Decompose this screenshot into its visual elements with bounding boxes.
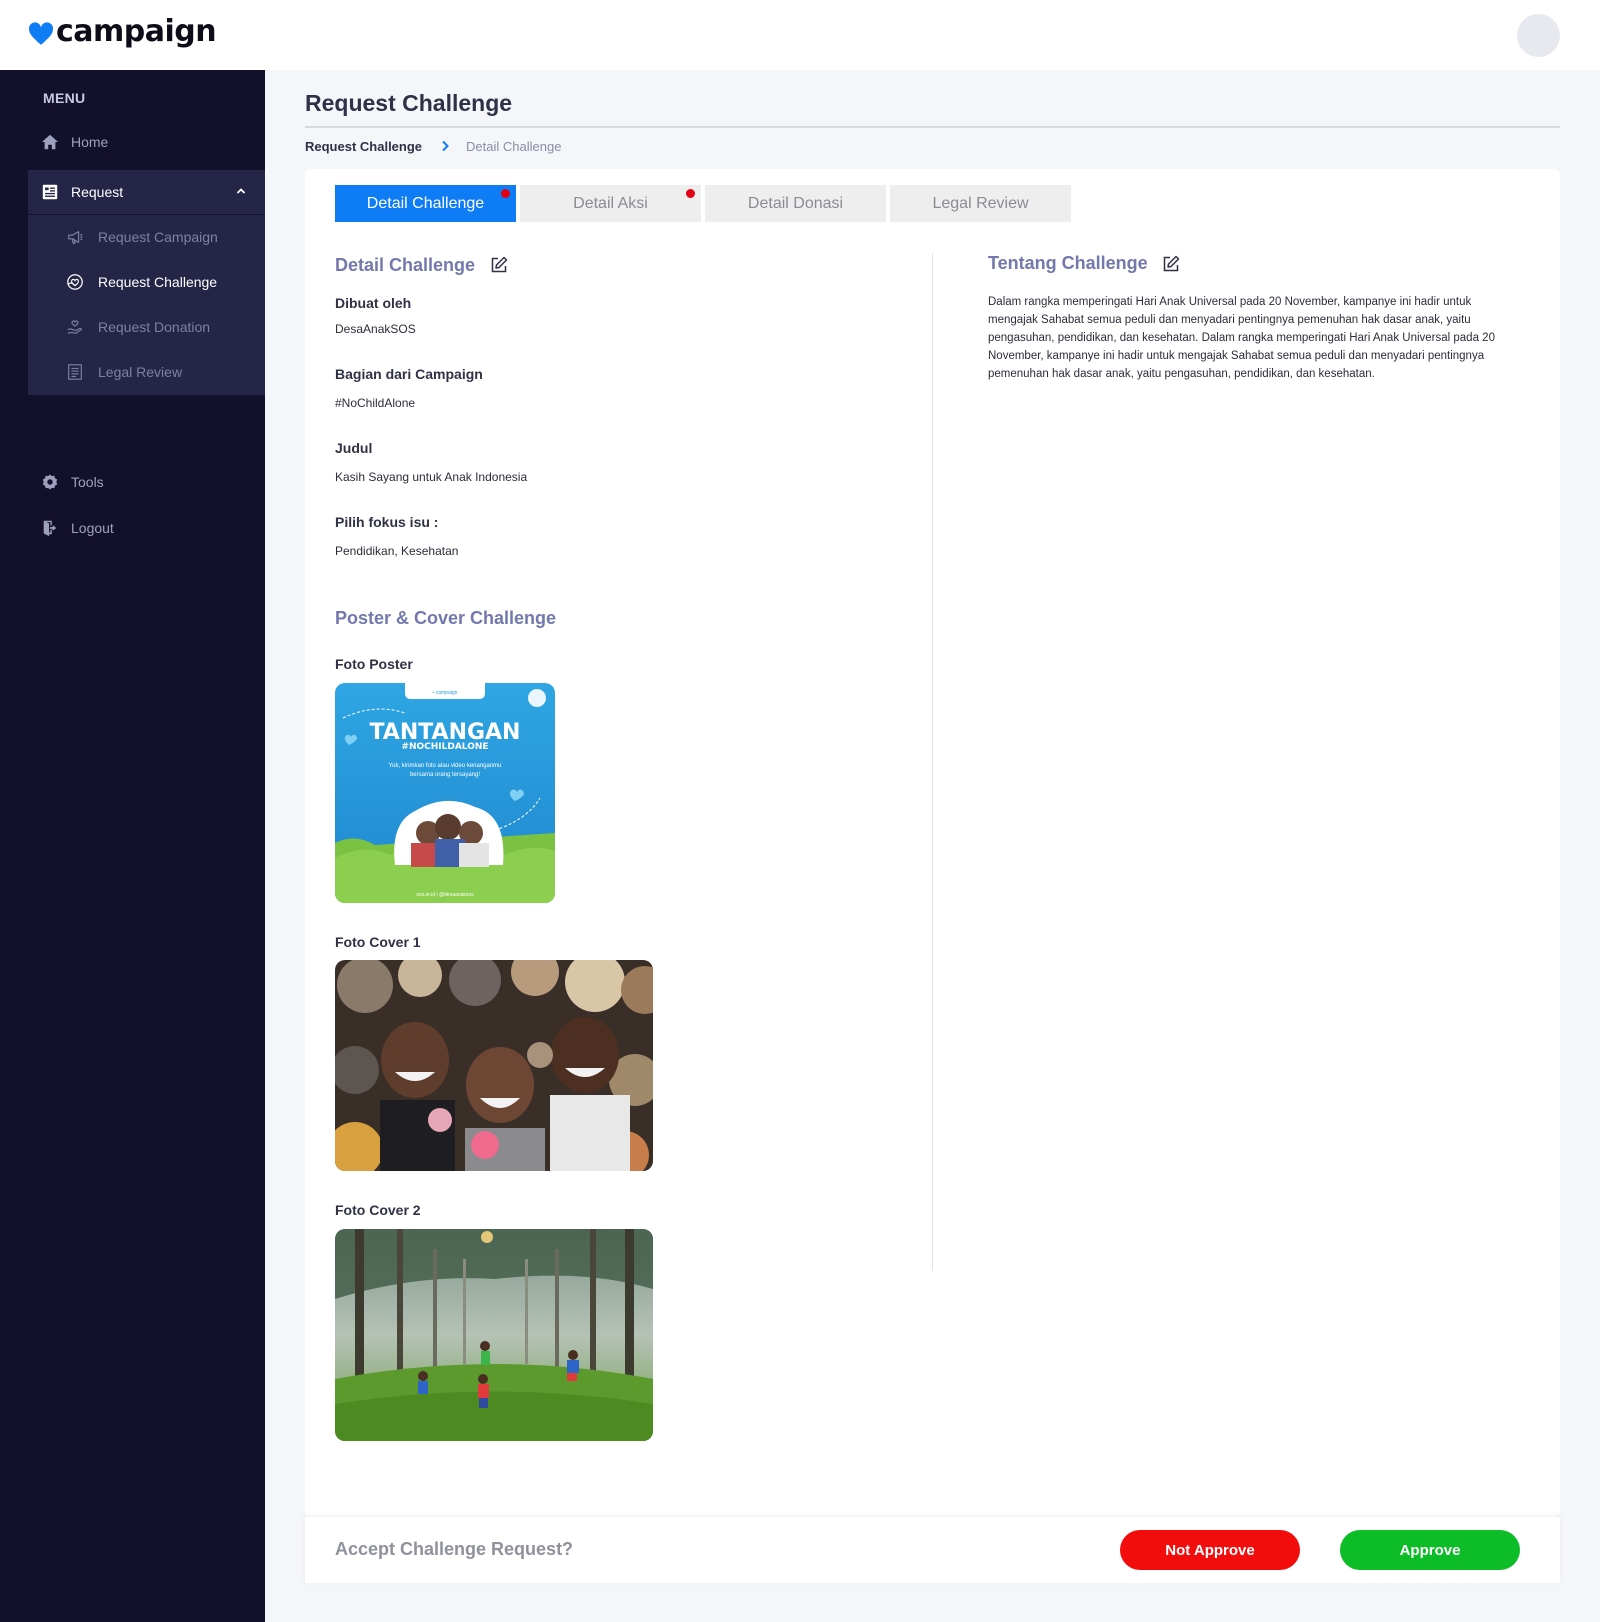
poster-image[interactable]: • campaign TANTANGAN #NOCHILDALONE Yuk, … — [335, 683, 555, 903]
poster-subtitle-2: bersama orang tersayang! — [410, 772, 480, 778]
logout-icon — [41, 519, 59, 537]
notification-dot — [686, 189, 695, 198]
sidebar-subitem-request-campaign[interactable]: Request Campaign — [28, 215, 265, 259]
chevron-right-icon — [438, 139, 452, 153]
column-divider — [932, 253, 933, 1271]
field-value-focus-issue: Pendidikan, Kesehatan — [335, 544, 459, 558]
tab-label: Detail Aksi — [573, 194, 648, 212]
sidebar-item-label: Logout — [71, 520, 114, 536]
tab-label: Detail Challenge — [366, 194, 485, 212]
top-bar: campaign — [0, 0, 1600, 70]
accept-question: Accept Challenge Request? — [335, 1539, 574, 1559]
sidebar-item-logout[interactable]: Logout — [28, 506, 265, 550]
home-icon — [41, 133, 59, 151]
detail-challenge-heading: Detail Challenge — [335, 255, 476, 275]
sidebar-subitem-legal-review[interactable]: Legal Review — [28, 350, 265, 394]
field-value-campaign: #NoChildAlone — [335, 396, 416, 410]
cover-2-label: Foto Cover 2 — [335, 1202, 421, 1218]
poster-footer: sos.or.id | @desaanaksos — [416, 892, 474, 898]
brand-logo[interactable]: campaign — [28, 14, 217, 49]
document-icon — [66, 363, 84, 381]
field-value-title: Kasih Sayang untuk Anak Indonesia — [335, 470, 528, 484]
cover-1-label: Foto Cover 1 — [335, 934, 421, 950]
tab-label: Legal Review — [932, 194, 1029, 212]
request-icon — [41, 183, 59, 201]
edit-icon[interactable] — [490, 256, 508, 274]
tab-label: Detail Donasi — [747, 194, 844, 212]
page-title: Request Challenge — [305, 90, 513, 116]
sidebar-item-label: Request — [71, 184, 124, 200]
tab-detail-donasi[interactable]: Detail Donasi — [705, 185, 886, 222]
cover-2-image[interactable] — [335, 1229, 653, 1441]
about-challenge-text: Dalam rangka memperingati Hari Anak Univ… — [988, 296, 1495, 380]
hand-heart-icon — [66, 273, 84, 291]
cover-1-image[interactable] — [335, 960, 653, 1171]
poster-label: Foto Poster — [335, 656, 413, 672]
sidebar-subitem-label: Request Donation — [98, 319, 211, 335]
sidebar-subitem-label: Request Campaign — [98, 229, 218, 245]
sidebar-item-label: Home — [71, 134, 109, 150]
field-label-focus-issue: Pilih fokus isu : — [335, 514, 439, 530]
sidebar-item-request[interactable]: Request — [28, 170, 265, 214]
field-label-title: Judul — [335, 440, 373, 456]
poster-cover-heading: Poster & Cover Challenge — [335, 608, 557, 628]
about-challenge-heading: Tentang Challenge — [988, 253, 1148, 273]
sidebar-subitem-label: Legal Review — [98, 364, 183, 380]
gear-icon — [41, 473, 59, 491]
megaphone-icon — [66, 228, 84, 246]
sidebar-subitem-request-challenge[interactable]: Request Challenge — [28, 260, 265, 304]
menu-title: MENU — [43, 90, 86, 106]
sidebar-subitem-label: Request Challenge — [98, 274, 218, 290]
sidebar-item-tools[interactable]: Tools — [28, 460, 265, 504]
poster-subtitle-1: Yuk, kirimkan foto atau video kenanganmu — [388, 763, 501, 769]
sidebar-item-home[interactable]: Home — [28, 120, 265, 164]
chevron-up-icon[interactable] — [235, 185, 247, 197]
notification-dot — [501, 189, 510, 198]
tab-detail-aksi[interactable]: Detail Aksi — [520, 185, 701, 222]
breadcrumb: Request Challenge Detail Challenge — [305, 136, 561, 156]
breadcrumb-item-detail-challenge: Detail Challenge — [466, 138, 562, 154]
field-value-created-by: DesaAnakSOS — [335, 322, 416, 336]
sidebar-subitem-request-donation[interactable]: Request Donation — [28, 305, 265, 349]
poster-hashtag: #NOCHILDALONE — [401, 742, 488, 752]
donation-icon — [66, 318, 84, 336]
breadcrumb-item-request-challenge[interactable]: Request Challenge — [305, 139, 422, 154]
edit-icon[interactable] — [1162, 255, 1180, 273]
avatar[interactable] — [1517, 14, 1560, 57]
brand-name: campaign — [56, 14, 217, 49]
approve-button[interactable]: Approve — [1340, 1530, 1520, 1570]
not-approve-button[interactable]: Not Approve — [1120, 1530, 1300, 1570]
poster-header-text: • campaign — [433, 690, 458, 696]
title-divider — [305, 126, 1560, 128]
request-submenu: Request Campaign Request Challenge Reque… — [28, 215, 265, 395]
tab-detail-challenge[interactable]: Detail Challenge — [335, 185, 516, 222]
field-label-campaign: Bagian dari Campaign — [335, 366, 483, 382]
sidebar-item-label: Tools — [71, 474, 104, 490]
tab-legal-review[interactable]: Legal Review — [890, 185, 1071, 222]
heart-logo-icon — [28, 21, 54, 45]
field-label-created-by: Dibuat oleh — [335, 295, 412, 311]
